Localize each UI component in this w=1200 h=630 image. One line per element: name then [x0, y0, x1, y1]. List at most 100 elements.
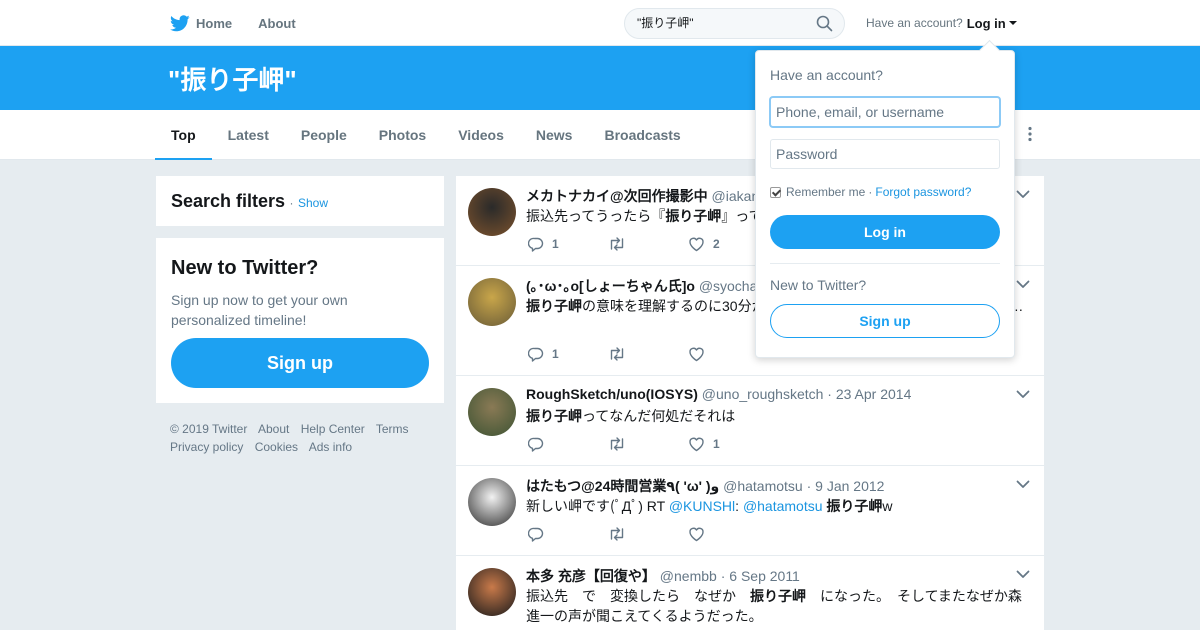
tab-latest[interactable]: Latest — [212, 110, 285, 160]
tweet-actions: 1 — [528, 436, 768, 452]
nav-home[interactable]: Home — [170, 14, 232, 32]
tweet-text-highlight: 振り子岬 — [665, 208, 722, 224]
tweet-author-name[interactable]: 本多 充彦【回復や】 — [526, 568, 656, 584]
username-field[interactable] — [770, 97, 1000, 127]
have-account-text: Have an account? — [866, 16, 963, 30]
tweet-text-segment: 振込先ってうったら『 — [526, 208, 666, 224]
footer-privacy[interactable]: Privacy policy — [170, 440, 243, 454]
reply-icon — [528, 526, 552, 542]
search-input[interactable]: "振り子岬" — [624, 8, 845, 39]
like-icon — [688, 526, 713, 542]
tweet-row[interactable]: はたもつ@24時間営業٩( 'ω' )و @hatamotsu · 9 Jan … — [456, 466, 1044, 556]
avatar[interactable] — [468, 188, 516, 236]
chevron-down-icon[interactable] — [1016, 390, 1030, 399]
footer-copyright: © 2019 Twitter — [170, 422, 248, 436]
tweet-text-segment: w — [882, 498, 893, 514]
reply-button[interactable] — [528, 436, 608, 452]
reply-count: 1 — [552, 347, 559, 361]
remember-me-row: Remember me · Forgot password? — [770, 185, 971, 199]
chevron-down-icon[interactable] — [1016, 480, 1030, 489]
tab-news[interactable]: News — [520, 110, 589, 160]
caret-down-icon — [1008, 21, 1017, 25]
like-button[interactable]: 1 — [688, 436, 768, 452]
tweet-date[interactable]: 6 Sep 2011 — [729, 568, 800, 584]
password-field[interactable] — [770, 139, 1000, 169]
login-dropdown-title: Have an account? — [770, 67, 883, 83]
avatar[interactable] — [468, 388, 516, 436]
tweet-text-segment: 新しい岬です(ﾟДﾟ) RT — [526, 498, 669, 514]
avatar[interactable] — [468, 478, 516, 526]
tweet-text-segment: : — [735, 498, 743, 514]
dropdown-signup-button[interactable]: Sign up — [770, 304, 1000, 338]
search-filters-title: Search filters — [171, 191, 286, 211]
tweet-row[interactable]: RoughSketch/uno(IOSYS) @uno_roughsketch … — [456, 376, 1044, 466]
reply-icon — [528, 346, 552, 362]
reply-button[interactable] — [528, 526, 608, 542]
tweet-actions: 12 — [528, 236, 768, 252]
footer-cookies[interactable]: Cookies — [255, 440, 298, 454]
footer-terms[interactable]: Terms — [376, 422, 409, 436]
forgot-password-link[interactable]: Forgot password? — [875, 185, 971, 199]
tweet-text: 新しい岬です(ﾟДﾟ) RT @KUNSHl: @hatamotsu 振り子岬w — [526, 496, 1032, 516]
tweet-date[interactable]: 9 Jan 2012 — [815, 478, 884, 494]
tab-photos[interactable]: Photos — [363, 110, 442, 160]
footer-ads-info[interactable]: Ads info — [309, 440, 352, 454]
footer-help-center[interactable]: Help Center — [301, 422, 365, 436]
search-filters-card: Search filters · Show — [156, 176, 444, 226]
reply-button[interactable]: 1 — [528, 346, 608, 362]
reply-icon — [528, 436, 552, 452]
retweet-button[interactable] — [608, 346, 688, 362]
tweet-row[interactable]: 本多 充彦【回復や】 @nembb · 6 Sep 2011 振込先 で 変換した… — [456, 556, 1044, 630]
reply-button[interactable]: 1 — [528, 236, 608, 252]
tweet-author-handle[interactable]: @iakan — [712, 188, 760, 204]
chevron-down-icon[interactable] — [1016, 280, 1030, 289]
tweet-text-segment: 振込先 で 変換したら なぜか — [526, 588, 750, 604]
tab-videos[interactable]: Videos — [442, 110, 520, 160]
tweet-author-handle[interactable]: @uno_roughsketch — [702, 386, 824, 402]
tweet-author-handle[interactable]: @nembb — [660, 568, 717, 584]
tweet-author-name[interactable]: はたもつ@24時間営業٩( 'ω' )و — [526, 478, 719, 494]
remember-me-label: Remember me — [786, 185, 866, 199]
tab-top[interactable]: Top — [155, 110, 212, 160]
tweet-author-name[interactable]: RoughSketch/uno(IOSYS) — [526, 386, 698, 402]
tweet-header: (｡･ω･｡o[しょーちゃん氏]o @syocha — [526, 276, 757, 296]
tweet-text: 振り子岬ってなんだ何処だそれは — [526, 406, 1032, 426]
footer-about[interactable]: About — [258, 422, 289, 436]
tweet-header: 本多 充彦【回復や】 @nembb · 6 Sep 2011 — [526, 566, 800, 586]
twitter-bird-icon — [170, 14, 190, 32]
login-dropdown-toggle[interactable]: Log in — [967, 16, 1017, 31]
search-tabs-bar: Top Latest People Photos Videos News Bro… — [0, 110, 1200, 160]
like-icon — [688, 436, 713, 452]
chevron-down-icon[interactable] — [1016, 190, 1030, 199]
retweet-button[interactable] — [608, 526, 688, 542]
nav-about[interactable]: About — [258, 16, 296, 31]
retweet-button[interactable] — [608, 236, 688, 252]
footer-links: © 2019 Twitter About Help Center Terms P… — [170, 420, 440, 456]
retweet-button[interactable] — [608, 436, 688, 452]
login-area: Have an account? Log in — [866, 0, 1017, 46]
tweet-author-name[interactable]: メカトナカイ@次回作撮影中 — [526, 188, 708, 204]
tweet-author-handle[interactable]: @hatamotsu — [723, 478, 803, 494]
tweet-date-separator: · — [802, 478, 816, 494]
sidebar-signup-button[interactable]: Sign up — [171, 338, 429, 388]
reply-icon — [528, 236, 552, 252]
tab-people[interactable]: People — [285, 110, 363, 160]
remember-me-checkbox[interactable] — [770, 186, 781, 198]
login-button[interactable]: Log in — [770, 215, 1000, 249]
tweet-mention-link[interactable]: @hatamotsu — [743, 498, 823, 514]
avatar[interactable] — [468, 568, 516, 616]
filters-show-link[interactable]: Show — [298, 196, 328, 210]
tweet-author-handle[interactable]: @syocha — [699, 278, 758, 294]
tab-broadcasts[interactable]: Broadcasts — [588, 110, 696, 160]
tweet-date[interactable]: 23 Apr 2014 — [836, 386, 912, 402]
like-button[interactable] — [688, 526, 768, 542]
tweet-mention-link[interactable]: @KUNSHl — [669, 498, 735, 514]
tweet-author-name[interactable]: (｡･ω･｡o[しょーちゃん氏]o — [526, 278, 695, 294]
retweet-icon — [608, 346, 634, 362]
search-icon[interactable] — [816, 15, 833, 32]
chevron-down-icon[interactable] — [1016, 570, 1030, 579]
search-header-banner: "振り子岬" — [0, 46, 1200, 110]
avatar[interactable] — [468, 278, 516, 326]
page-title: "振り子岬" — [168, 65, 297, 95]
more-options-icon[interactable] — [1027, 126, 1033, 142]
